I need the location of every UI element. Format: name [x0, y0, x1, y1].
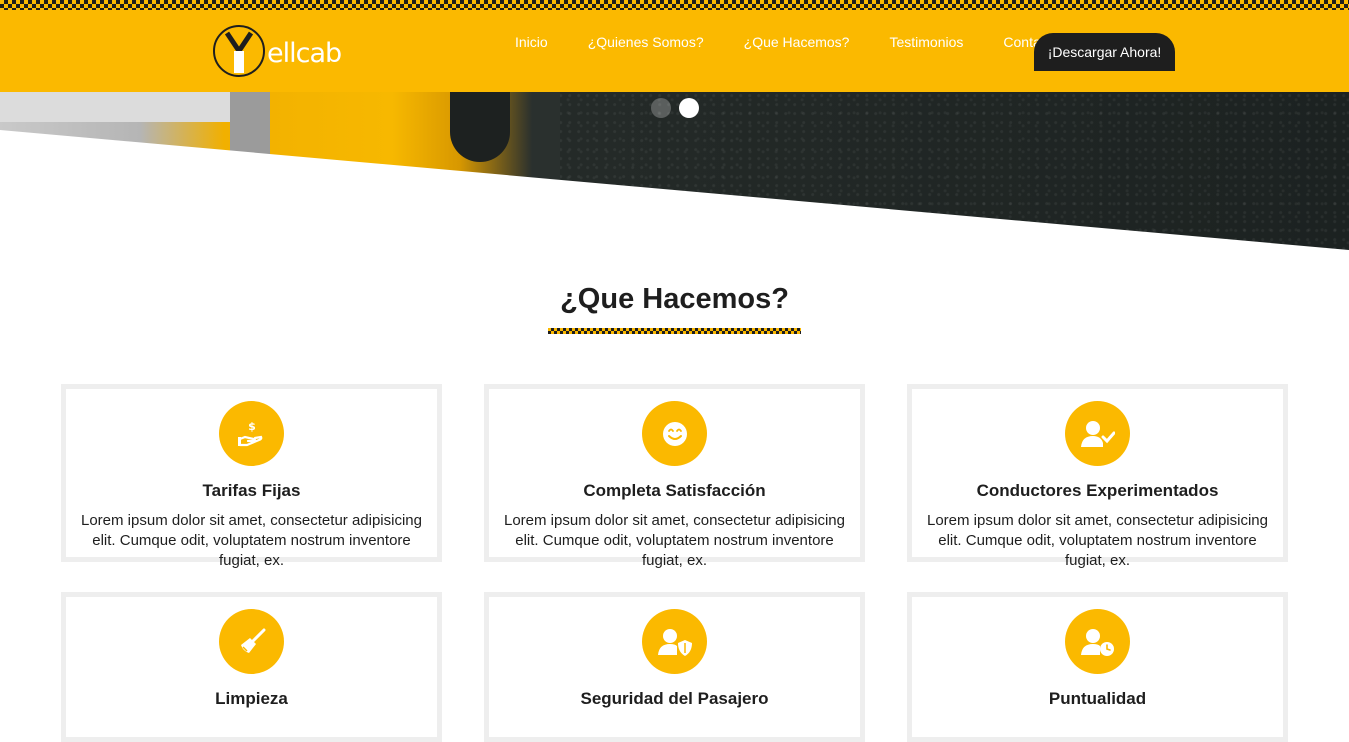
slider-dot-2-active[interactable]: [679, 98, 699, 118]
card-title: Limpieza: [215, 689, 288, 708]
service-card-tarifas-fijas: $ Tarifas Fijas Lorem ipsum dolor sit am…: [61, 384, 442, 569]
site-header: ellcab Inicio ¿Quienes Somos? ¿Que Hacem…: [0, 10, 1349, 92]
card-text: Lorem ipsum dolor sit amet, consectetur …: [81, 512, 422, 569]
slider-dot-1[interactable]: [651, 98, 671, 118]
hero-diagonal-cut: [0, 130, 1349, 252]
hero-banner: [0, 92, 1349, 252]
nav-item-inicio[interactable]: Inicio: [515, 34, 548, 50]
hand-money-icon: $: [219, 401, 284, 466]
service-card-completa-satisfaccion: Completa Satisfacción Lorem ipsum dolor …: [484, 384, 865, 569]
broom-icon: [219, 609, 284, 674]
logo[interactable]: ellcab: [213, 24, 342, 78]
main-nav: Inicio ¿Quienes Somos? ¿Que Hacemos? Tes…: [515, 34, 1091, 50]
user-check-icon: [1065, 401, 1130, 466]
download-now-button[interactable]: ¡Descargar Ahora!: [1034, 33, 1175, 71]
card-title: Tarifas Fijas: [202, 481, 301, 500]
card-title: Completa Satisfacción: [583, 481, 766, 500]
checker-border: [0, 0, 1349, 10]
nav-item-testimonios[interactable]: Testimonios: [889, 34, 963, 50]
service-card-seguridad-pasajero: Seguridad del Pasajero: [484, 592, 865, 742]
user-shield-icon: [642, 609, 707, 674]
service-card-puntualidad: Puntualidad: [907, 592, 1288, 742]
logo-text: ellcab: [267, 37, 342, 69]
svg-text:$: $: [248, 420, 256, 433]
nav-item-que-hacemos[interactable]: ¿Que Hacemos?: [744, 34, 850, 50]
card-title: Conductores Experimentados: [976, 481, 1219, 500]
card-title: Puntualidad: [1048, 689, 1147, 708]
service-card-conductores-experimentados: Conductores Experimentados Lorem ipsum d…: [907, 384, 1288, 569]
service-card-limpieza: Limpieza: [61, 592, 442, 742]
card-text: Lorem ipsum dolor sit amet, consectetur …: [927, 512, 1268, 569]
section-title-underline: [548, 328, 801, 334]
card-title: Seguridad del Pasajero: [580, 689, 769, 708]
nav-item-quienes-somos[interactable]: ¿Quienes Somos?: [588, 34, 704, 50]
section-title: ¿Que Hacemos?: [560, 283, 789, 315]
card-text: Lorem ipsum dolor sit amet, consectetur …: [504, 512, 845, 569]
user-clock-icon: [1065, 609, 1130, 674]
logo-circle-icon: [213, 25, 265, 77]
smile-icon: [642, 401, 707, 466]
